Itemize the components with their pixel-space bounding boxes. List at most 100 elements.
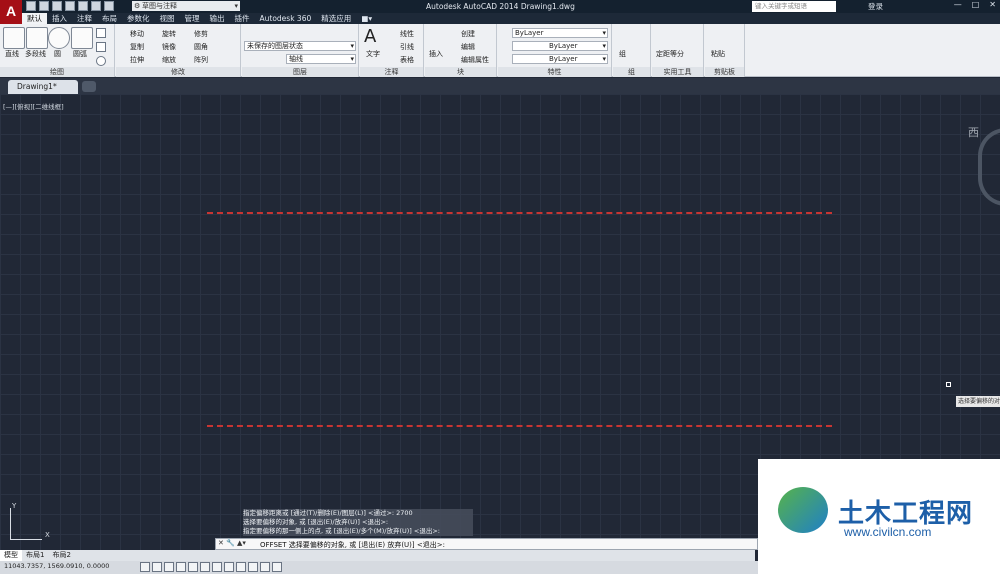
- clipboard-panel-label[interactable]: 剪贴板: [705, 67, 744, 77]
- panel-utilities: 定距等分 实用工具: [652, 24, 704, 77]
- command-prompt[interactable]: OFFSET 选择要偏移的对象, 或 [退出(E) 放弃(U)] <退出>:: [260, 540, 445, 550]
- drafting-toggles: [140, 562, 282, 572]
- rotate-button[interactable]: 旋转: [162, 29, 176, 39]
- save-icon[interactable]: [52, 1, 62, 11]
- groups-panel-label[interactable]: 组: [613, 67, 650, 77]
- qp-toggle-icon[interactable]: [272, 562, 282, 572]
- grid-toggle-icon[interactable]: [152, 562, 162, 572]
- leader-button[interactable]: 引线: [400, 42, 414, 52]
- close-button[interactable]: ✕: [989, 0, 996, 9]
- scale-button[interactable]: 缩放: [162, 55, 176, 65]
- ucs-x-label: X: [45, 531, 50, 539]
- arc-label[interactable]: 圆弧: [73, 49, 87, 59]
- plot-icon[interactable]: [78, 1, 88, 11]
- stretch-button[interactable]: 拉伸: [130, 55, 144, 65]
- current-layer-dropdown[interactable]: 轴线: [286, 54, 356, 64]
- text-button[interactable]: 文字: [366, 49, 380, 59]
- viewport-controls[interactable]: [—][俯视][二维线框]: [3, 101, 64, 111]
- dyn-toggle-icon[interactable]: [236, 562, 246, 572]
- panel-modify: 移动 旋转 修剪 复制 镜像 圆角 拉伸 缩放 阵列 修改: [116, 24, 241, 77]
- array-button[interactable]: 阵列: [194, 55, 208, 65]
- linetype-dropdown[interactable]: ByLayer: [512, 41, 608, 51]
- coordinate-readout[interactable]: 11043.7357, 1569.0910, 0.0000: [4, 562, 109, 570]
- polyline-label[interactable]: 多段线: [25, 49, 46, 59]
- viewcube[interactable]: 西: [968, 124, 1000, 206]
- axis-line-top[interactable]: [207, 212, 832, 214]
- circle-icon[interactable]: [48, 27, 70, 49]
- watermark: 土木工程网 www.civilcn.com: [758, 459, 1000, 574]
- undo-icon[interactable]: [91, 1, 101, 11]
- history-line: 指定偏移距离或 [通过(T)/删除(E)/图层(L)] <通过>: 2700: [243, 509, 473, 518]
- new-icon[interactable]: [26, 1, 36, 11]
- move-button[interactable]: 移动: [130, 29, 144, 39]
- open-icon[interactable]: [39, 1, 49, 11]
- workspace-dropdown[interactable]: 草图与注释: [132, 1, 240, 11]
- edit-attributes-button[interactable]: 编辑属性: [461, 55, 489, 65]
- circle-label[interactable]: 圆: [54, 49, 61, 59]
- mirror-button[interactable]: 镜像: [162, 42, 176, 52]
- ducs-toggle-icon[interactable]: [224, 562, 234, 572]
- edit-block-button[interactable]: 编辑: [461, 42, 475, 52]
- line-label[interactable]: 直线: [5, 49, 19, 59]
- polar-toggle-icon[interactable]: [176, 562, 186, 572]
- axis-line-bottom[interactable]: [207, 425, 832, 427]
- properties-panel-label[interactable]: 特性: [498, 67, 611, 77]
- annotation-panel-label[interactable]: 注释: [360, 67, 423, 77]
- line-icon[interactable]: [3, 27, 25, 49]
- quick-access-toolbar[interactable]: [26, 1, 114, 11]
- text-icon[interactable]: A: [364, 26, 376, 47]
- autocad-logo[interactable]: A: [0, 0, 22, 24]
- lineweight-toggle-icon[interactable]: [248, 562, 258, 572]
- history-line: 选择要偏移的对象, 或 [退出(E)/放弃(U)] <退出>:: [243, 518, 473, 527]
- tab-layout1[interactable]: 布局1: [22, 550, 48, 561]
- panel-annotation: A 文字 线性 引线 表格 注释: [360, 24, 424, 77]
- pickbox-cursor: [946, 382, 951, 387]
- layers-panel-label[interactable]: 图层: [242, 67, 358, 77]
- trim-button[interactable]: 修剪: [194, 29, 208, 39]
- redo-icon[interactable]: [104, 1, 114, 11]
- saveas-icon[interactable]: [65, 1, 75, 11]
- drawing-tab[interactable]: Drawing1*: [8, 80, 78, 94]
- maximize-button[interactable]: □: [972, 0, 980, 9]
- panel-groups: 组 组: [613, 24, 651, 77]
- transparency-toggle-icon[interactable]: [260, 562, 270, 572]
- modify-panel-label[interactable]: 修改: [116, 67, 240, 77]
- osnap-toggle-icon[interactable]: [188, 562, 198, 572]
- rectangle-icon[interactable]: [96, 28, 106, 38]
- lineweight-dropdown[interactable]: ByLayer: [512, 54, 608, 64]
- block-panel-label[interactable]: 块: [425, 67, 496, 77]
- polyline-icon[interactable]: [26, 27, 48, 49]
- tab-model[interactable]: 模型: [0, 550, 22, 561]
- snap-toggle-icon[interactable]: [140, 562, 150, 572]
- login-button[interactable]: 登录: [868, 1, 883, 12]
- panel-clipboard: 粘贴 剪贴板: [705, 24, 745, 77]
- watermark-url: www.civilcn.com: [844, 525, 932, 539]
- draw-panel-label[interactable]: 绘图: [0, 67, 114, 77]
- table-button[interactable]: 表格: [400, 55, 414, 65]
- insert-button[interactable]: 插入: [429, 49, 443, 59]
- ortho-toggle-icon[interactable]: [164, 562, 174, 572]
- new-drawing-tab-button[interactable]: [82, 81, 96, 92]
- command-line-icons[interactable]: ✕ 🔧 ▲▾: [218, 539, 246, 547]
- ellipse-icon[interactable]: [96, 56, 106, 66]
- command-line[interactable]: ✕ 🔧 ▲▾ OFFSET 选择要偏移的对象, 或 [退出(E) 放弃(U)] …: [215, 538, 758, 550]
- 3dosnap-toggle-icon[interactable]: [200, 562, 210, 572]
- tab-layout2[interactable]: 布局2: [48, 550, 74, 561]
- layer-state-dropdown[interactable]: 未保存的图层状态: [244, 41, 356, 51]
- utilities-panel-label[interactable]: 实用工具: [652, 67, 703, 77]
- hatch-icon[interactable]: [96, 42, 106, 52]
- paste-button[interactable]: 粘贴: [711, 49, 725, 59]
- otrack-toggle-icon[interactable]: [212, 562, 222, 572]
- minimize-button[interactable]: —: [954, 0, 962, 9]
- fillet-button[interactable]: 圆角: [194, 42, 208, 52]
- arc-icon[interactable]: [71, 27, 93, 49]
- measure-button[interactable]: 定距等分: [656, 49, 684, 59]
- group-button[interactable]: 组: [619, 49, 626, 59]
- ucs-y-label: Y: [12, 502, 17, 510]
- linear-button[interactable]: 线性: [400, 29, 414, 39]
- window-title: Autodesk AutoCAD 2014 Drawing1.dwg: [426, 2, 575, 11]
- search-input[interactable]: 键入关键字或短语: [752, 1, 836, 12]
- copy-button[interactable]: 复制: [130, 42, 144, 52]
- create-block-button[interactable]: 创建: [461, 29, 475, 39]
- color-dropdown[interactable]: ByLayer: [512, 28, 608, 38]
